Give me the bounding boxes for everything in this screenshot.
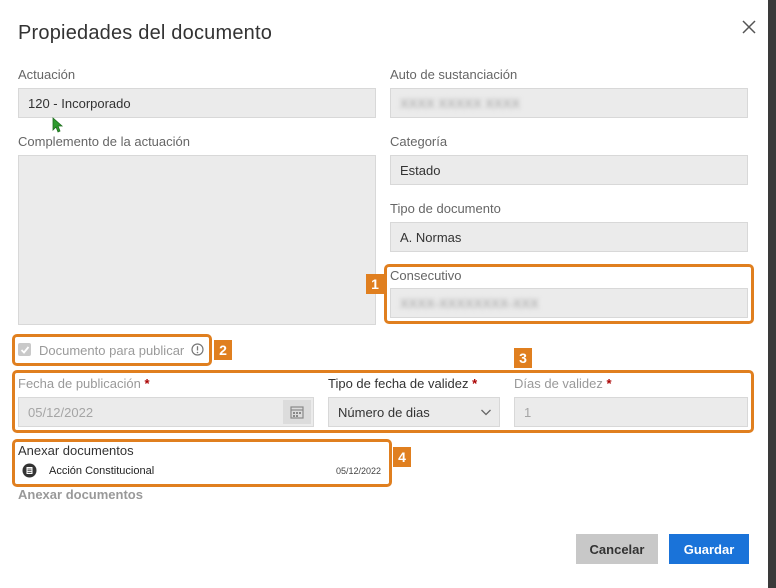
dialog-title: Propiedades del documento bbox=[18, 22, 273, 44]
save-button[interactable]: Guardar bbox=[669, 534, 749, 564]
annotation-number-4: 4 bbox=[393, 447, 411, 467]
tipo-documento-label: Tipo de documento bbox=[390, 201, 501, 216]
attachment-link[interactable]: Acción Constitucional bbox=[49, 465, 154, 477]
auto-value: XXXX XXXXX XXXX bbox=[400, 95, 520, 111]
complemento-label: Complemento de la actuación bbox=[18, 134, 190, 149]
actuacion-label: Actuación bbox=[18, 67, 76, 82]
attachment-date: 05/12/2022 bbox=[336, 466, 382, 476]
fecha-publicacion-value: 05/12/2022 bbox=[28, 404, 94, 420]
chevron-down-icon[interactable] bbox=[480, 405, 492, 423]
actuacion-value: 120 - Incorporado bbox=[28, 95, 131, 111]
consecutivo-label: Consecutivo bbox=[390, 268, 462, 283]
anexar-label: Anexar documentos bbox=[18, 443, 134, 458]
categoria-value: Estado bbox=[400, 162, 441, 178]
document-icon bbox=[22, 463, 37, 483]
categoria-field[interactable]: Estado bbox=[390, 155, 748, 185]
dias-validez-label: Días de validez * bbox=[514, 376, 612, 391]
tipo-documento-value: A. Normas bbox=[400, 229, 462, 245]
close-icon[interactable] bbox=[740, 18, 758, 36]
dias-validez-value: 1 bbox=[524, 404, 532, 420]
anexar-label-secondary: Anexar documentos bbox=[18, 487, 143, 502]
annotation-number-3: 3 bbox=[514, 348, 532, 368]
consecutivo-field[interactable]: XXXX-XXXXXXXX-XXX bbox=[390, 288, 748, 318]
consecutivo-value: XXXX-XXXXXXXX-XXX bbox=[400, 295, 539, 311]
fecha-publicacion-field[interactable]: 05/12/2022 bbox=[18, 397, 314, 427]
window-edge bbox=[768, 0, 776, 588]
fecha-publicacion-label: Fecha de publicación * bbox=[18, 376, 150, 391]
tipo-documento-field[interactable]: A. Normas bbox=[390, 222, 748, 252]
info-icon[interactable] bbox=[191, 343, 204, 361]
calendar-icon[interactable] bbox=[283, 400, 311, 424]
annotation-number-2: 2 bbox=[214, 340, 232, 360]
actuacion-field[interactable]: 120 - Incorporado bbox=[18, 88, 376, 118]
categoria-label: Categoría bbox=[390, 134, 448, 149]
tipo-fecha-label: Tipo de fecha de validez * bbox=[328, 376, 478, 391]
complemento-textarea[interactable] bbox=[18, 155, 376, 325]
auto-label: Auto de sustanciación bbox=[390, 67, 518, 82]
cancel-button[interactable]: Cancelar bbox=[576, 534, 658, 564]
annotation-number-1: 1 bbox=[366, 274, 384, 294]
tipo-fecha-select[interactable]: Número de dias bbox=[328, 397, 500, 427]
tipo-fecha-value: Número de dias bbox=[338, 404, 430, 420]
publicar-checkbox[interactable] bbox=[18, 343, 31, 356]
auto-field[interactable]: XXXX XXXXX XXXX bbox=[390, 88, 748, 118]
publicar-label: Documento para publicar bbox=[39, 343, 185, 358]
dias-validez-field[interactable]: 1 bbox=[514, 397, 748, 427]
